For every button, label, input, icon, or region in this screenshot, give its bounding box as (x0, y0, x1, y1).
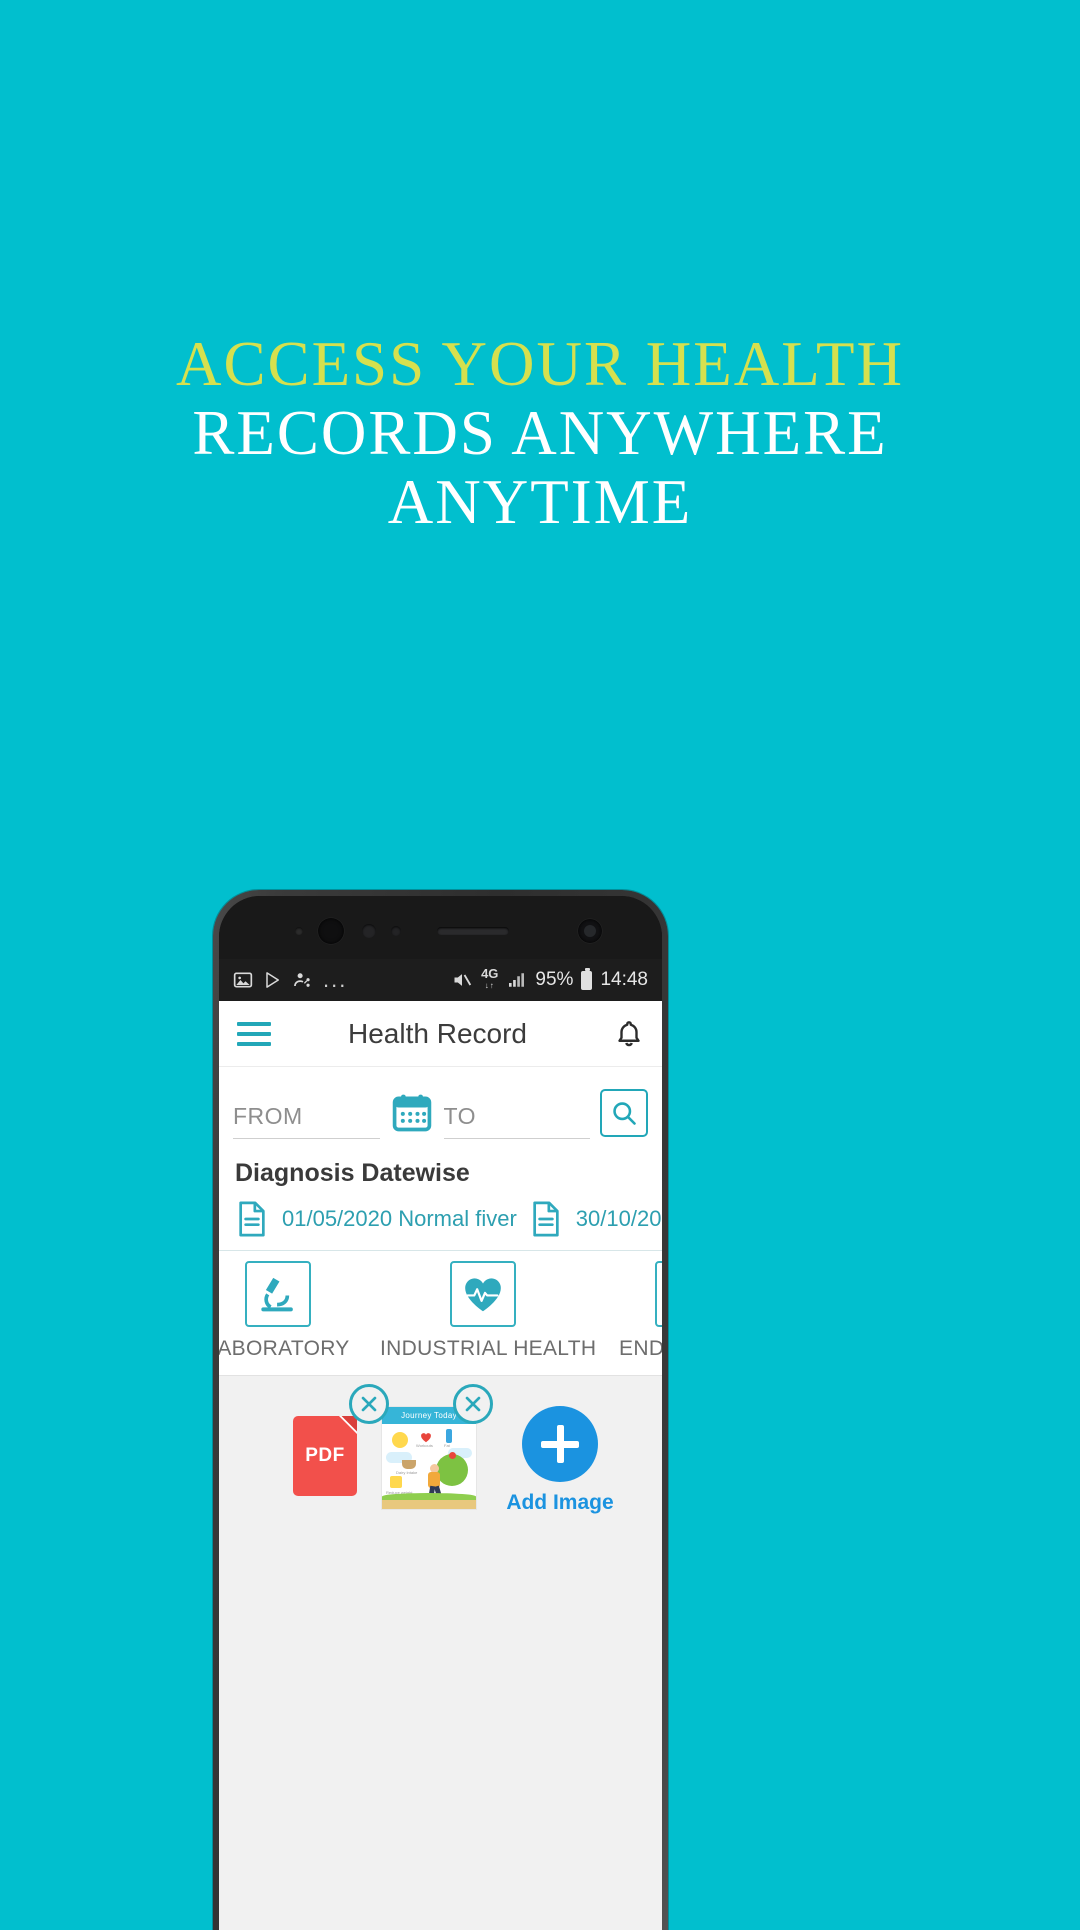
document-icon (533, 1201, 559, 1237)
heart-pulse-icon (449, 1261, 516, 1327)
status-bar-right: 4G ↓↑ 95% 14:48 (451, 966, 648, 992)
document-icon (239, 1201, 265, 1237)
contact-share-icon (293, 971, 312, 990)
list-item[interactable]: 01/05/2020 Normal fiver (235, 1200, 517, 1238)
close-circle-icon[interactable] (349, 1384, 389, 1424)
status-bar-left: ... (233, 967, 348, 992)
diagnosis-section-title: Diagnosis Datewise (235, 1159, 470, 1187)
diagnosis-entry-label: 30/10/20: (575, 1206, 662, 1231)
app-bar: Health Record (219, 1001, 662, 1067)
cup-icon (402, 1460, 416, 1469)
light-sensor-icon (391, 926, 401, 936)
search-button[interactable] (600, 1089, 648, 1137)
category-tab-strip[interactable]: LABORATORY INDUSTRIAL HEALTH EN (219, 1251, 662, 1376)
play-store-icon (264, 970, 282, 990)
battery-icon (581, 967, 593, 990)
add-image-button[interactable]: Add Image (485, 1406, 635, 1515)
pdf-label: PDF (305, 1445, 345, 1466)
add-image-label: Add Image (506, 1491, 614, 1514)
iris-sensor-icon (362, 924, 376, 938)
page-title: Health Record (348, 1017, 527, 1049)
stomach-icon (654, 1261, 662, 1327)
battery-percent-label: 95% (535, 969, 574, 990)
diagnosis-list: 01/05/2020 Normal fiver 30/10/20: (219, 1194, 662, 1251)
tiny-label: Workouts (416, 1443, 433, 1448)
promo-headline: ACCESS YOUR HEALTH RECORDS ANYWHERE ANYT… (0, 330, 1080, 537)
tab-industrial-health[interactable]: INDUSTRIAL HEALTH (380, 1261, 597, 1361)
image-icon (233, 970, 253, 990)
earpiece-speaker-icon (437, 927, 509, 935)
mute-icon (451, 970, 473, 990)
secondary-camera-icon (578, 919, 602, 943)
from-date-input[interactable]: FROM (233, 1103, 380, 1139)
phone-mockup: ... 4G ↓↑ 95% 14:48 Health Record FROM T… (213, 890, 668, 1930)
heart-icon (420, 1430, 432, 1443)
bell-icon[interactable] (614, 1017, 644, 1051)
date-filter-row: FROM TO (219, 1067, 662, 1151)
apple-icon (449, 1452, 456, 1459)
status-overflow-dots: ... (323, 967, 348, 992)
clock-label: 14:48 (600, 969, 648, 990)
status-bar: ... 4G ↓↑ 95% 14:48 (219, 959, 662, 1001)
from-date-placeholder: FROM (233, 1103, 303, 1129)
microscope-icon (244, 1261, 311, 1327)
attachment-pdf[interactable]: PDF (277, 1384, 389, 1496)
calendar-icon[interactable] (390, 1091, 434, 1135)
signal-bars-icon (506, 971, 527, 989)
close-circle-icon[interactable] (453, 1384, 493, 1424)
headline-line-2: RECORDS ANYWHERE (192, 398, 888, 468)
search-icon (613, 1102, 636, 1125)
phone-top-bezel (219, 896, 662, 959)
tiny-label: Dairy Intake (396, 1470, 418, 1475)
image-illustration: Workouts Fat Dairy Intake Reduce weight (382, 1424, 476, 1509)
attachments-area: PDF Journey Today Workouts Fat Dairy Int… (219, 1376, 662, 1930)
tab-label: INDUSTRIAL HEALTH (380, 1337, 597, 1360)
plus-icon (522, 1406, 598, 1482)
to-date-placeholder: TO (443, 1103, 477, 1129)
proximity-sensor-icon (295, 927, 303, 935)
weight-icon (390, 1476, 402, 1488)
front-camera-icon (318, 918, 344, 944)
tiny-label: Fat (444, 1443, 450, 1448)
diagnosis-entry-label: 01/05/2020 Normal fiver (282, 1206, 517, 1231)
sun-icon (392, 1432, 408, 1448)
tab-laboratory[interactable]: LABORATORY (219, 1261, 380, 1361)
list-item[interactable]: 30/10/20: (529, 1200, 662, 1238)
tab-endoscopy[interactable]: ENDOSCOPY (585, 1261, 662, 1361)
bottle-icon (446, 1429, 452, 1443)
phone-screen-frame: ... 4G ↓↑ 95% 14:48 Health Record FROM T… (219, 896, 662, 1930)
to-date-input[interactable]: TO (443, 1103, 590, 1139)
tab-label: ENDOSCOPY (619, 1337, 662, 1360)
ground-decoration (382, 1493, 476, 1509)
headline-line-1: ACCESS YOUR HEALTH (176, 329, 904, 399)
tab-label: LABORATORY (219, 1337, 350, 1360)
app-screen: Health Record FROM TO Diagnosis Datewise… (219, 1001, 662, 1930)
headline-line-3: ANYTIME (387, 467, 693, 537)
pdf-thumbnail: PDF (293, 1416, 357, 1496)
network-type-indicator: 4G ↓↑ (481, 966, 499, 990)
attachment-image[interactable]: Journey Today Workouts Fat Dairy Intake … (381, 1384, 493, 1510)
